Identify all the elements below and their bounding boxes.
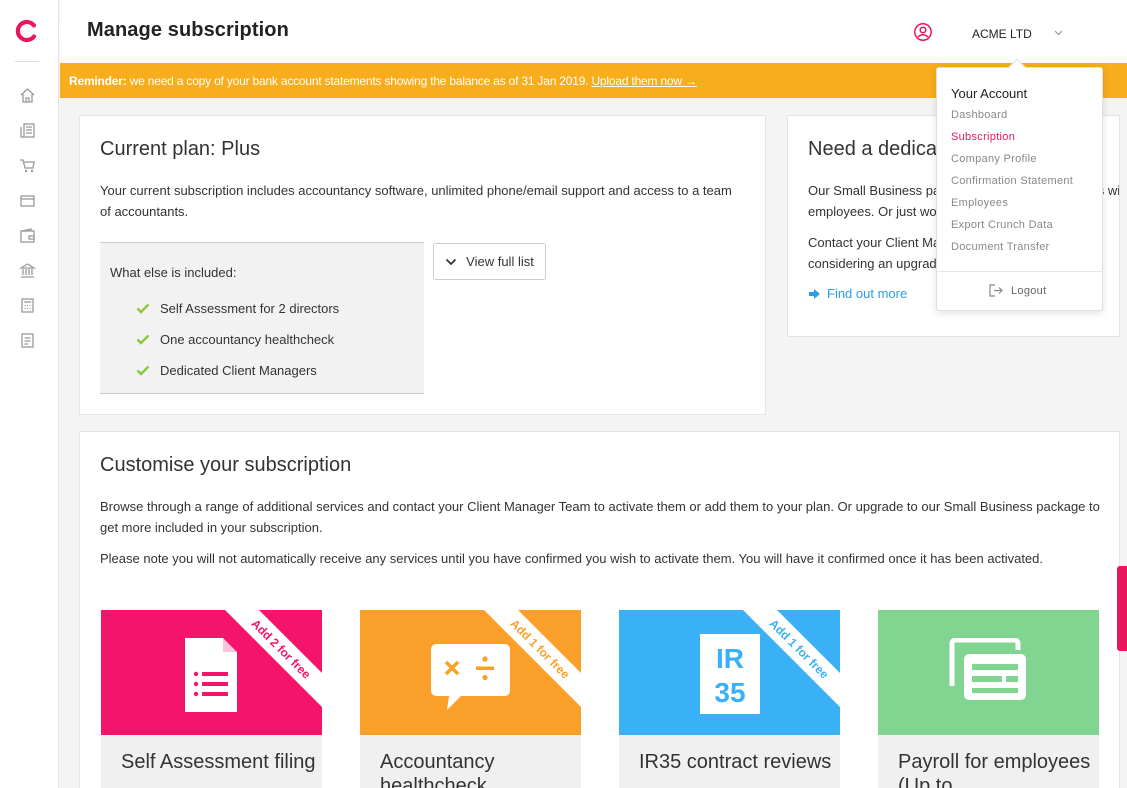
document-list-icon xyxy=(185,638,237,712)
menu-item-dashboard[interactable]: Dashboard xyxy=(951,109,1008,121)
cart-icon[interactable] xyxy=(19,157,36,174)
list-item: One accountancy healthcheck xyxy=(136,330,334,348)
top-bar: Manage subscription ACME LTD xyxy=(60,0,1127,63)
included-title: What else is included: xyxy=(110,265,237,280)
tile-banner: IR 35 Add 1 for free xyxy=(619,610,840,735)
find-out-more-label: Find out more xyxy=(827,286,908,301)
feedback-tab[interactable] xyxy=(1117,566,1127,651)
ir35-text-top: IR xyxy=(716,643,744,674)
dropdown-divider xyxy=(937,271,1102,272)
view-full-list-button[interactable]: View full list xyxy=(433,243,546,280)
menu-item-subscription[interactable]: Subscription xyxy=(951,131,1015,143)
logout-button[interactable]: Logout xyxy=(989,284,1046,297)
customise-para-1: Browse through a range of additional ser… xyxy=(100,499,1100,535)
check-icon xyxy=(136,334,150,345)
menu-item-company-profile[interactable]: Company Profile xyxy=(951,153,1037,165)
menu-item-employees[interactable]: Employees xyxy=(951,197,1008,209)
service-tile-healthcheck[interactable]: Add 1 for free Accountancy healthcheck xyxy=(360,610,581,788)
tile-banner xyxy=(878,610,1099,735)
bank-icon[interactable] xyxy=(19,262,36,279)
tile-title: Accountancy healthcheck xyxy=(380,751,495,788)
upload-link[interactable]: Upload them now → xyxy=(591,74,697,88)
sidebar xyxy=(0,0,59,788)
user-icon[interactable] xyxy=(913,22,933,42)
page-title: Manage subscription xyxy=(87,19,289,41)
wallet-icon[interactable] xyxy=(19,227,36,244)
calculator-icon[interactable] xyxy=(19,297,36,314)
customise-title: Customise your subscription xyxy=(100,454,352,476)
current-plan-card: Current plan: Plus Your current subscrip… xyxy=(79,115,766,415)
payroll-cards-icon xyxy=(949,638,1026,700)
included-box: What else is included: Self Assessment f… xyxy=(100,242,424,394)
sidebar-divider xyxy=(15,61,39,62)
tile-title: Self Assessment filing xyxy=(121,751,316,773)
view-full-list-label: View full list xyxy=(466,254,534,269)
account-dropdown: Your Account Dashboard Subscription Comp… xyxy=(936,58,1103,311)
customise-card: Customise your subscription Browse throu… xyxy=(79,431,1120,788)
ir35-icon: IR 35 xyxy=(700,634,760,714)
tile-title: IR35 contract reviews xyxy=(639,751,832,773)
ir35-text-bottom: 35 xyxy=(714,677,745,708)
calculator-bubble-icon xyxy=(431,644,510,710)
menu-item-export-crunch-data[interactable]: Export Crunch Data xyxy=(951,219,1053,231)
banner-message: we need a copy of your bank account stat… xyxy=(126,74,592,88)
company-selector[interactable]: ACME LTD xyxy=(972,27,1032,41)
banner-prefix: Reminder: xyxy=(69,74,127,88)
dropdown-title: Your Account xyxy=(951,86,1028,101)
service-tile-payroll[interactable]: Payroll for employees (Up to xyxy=(878,610,1099,788)
reports-icon[interactable] xyxy=(19,332,36,349)
included-item-label: One accountancy healthcheck xyxy=(160,331,335,347)
plan-description: Your current subscription includes accou… xyxy=(100,183,732,219)
chevron-down-icon xyxy=(446,258,457,265)
logout-label: Logout xyxy=(1011,284,1047,297)
crunch-logo-icon[interactable] xyxy=(15,19,39,43)
check-icon xyxy=(136,365,150,376)
logout-icon xyxy=(989,284,1003,297)
chevron-down-icon[interactable] xyxy=(1054,29,1063,37)
tile-banner: Add 1 for free xyxy=(360,610,581,735)
menu-item-confirmation-statement[interactable]: Confirmation Statement xyxy=(951,175,1073,187)
customise-para-2: Please note you will not automatically r… xyxy=(100,551,1044,566)
list-item: Dedicated Client Managers xyxy=(136,361,317,379)
home-icon[interactable] xyxy=(19,87,36,104)
included-item-label: Dedicated Client Managers xyxy=(160,362,317,378)
find-out-more-link[interactable]: Find out more xyxy=(808,286,907,301)
list-item: Self Assessment for 2 directors xyxy=(136,299,339,317)
service-tile-ir35[interactable]: IR 35 Add 1 for free IR35 contract revie… xyxy=(619,610,840,788)
card-icon[interactable] xyxy=(19,192,36,209)
check-icon xyxy=(136,303,150,314)
invoices-icon[interactable] xyxy=(19,122,36,139)
arrow-right-icon xyxy=(809,288,820,299)
menu-item-document-transfer[interactable]: Document Transfer xyxy=(951,241,1050,253)
included-item-label: Self Assessment for 2 directors xyxy=(160,300,340,316)
service-tile-self-assessment[interactable]: Add 2 for free Self Assessment filing xyxy=(101,610,322,788)
tile-banner: Add 2 for free xyxy=(101,610,322,735)
tile-title: Payroll for employees (Up to xyxy=(898,751,1091,788)
plan-title: Current plan: Plus xyxy=(100,138,261,160)
